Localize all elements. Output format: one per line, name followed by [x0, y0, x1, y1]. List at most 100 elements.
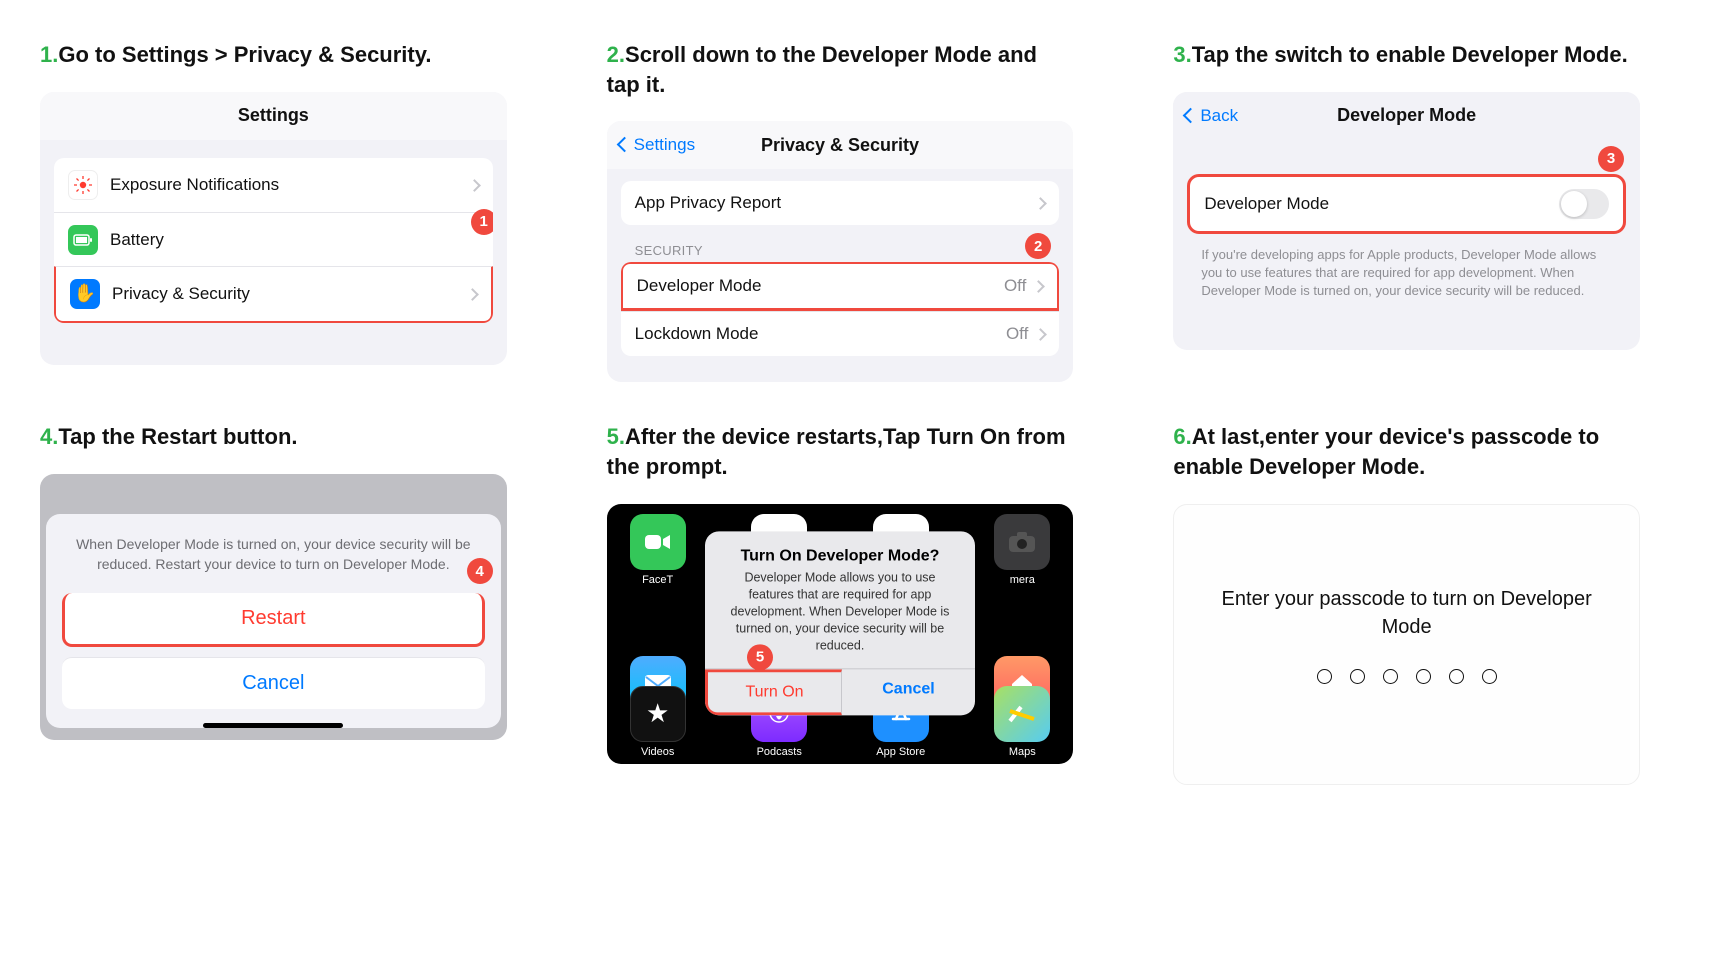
facetime-icon	[630, 514, 686, 570]
cell-developer-mode[interactable]: Developer Mode Off	[621, 262, 1060, 311]
step-2-number: 2.	[607, 42, 625, 67]
step-5: 5.After the device restarts,Tap Turn On …	[607, 422, 1074, 784]
cell-battery-label: Battery	[110, 230, 164, 250]
app-privacy-group: App Privacy Report	[621, 181, 1060, 225]
back-label: Settings	[634, 135, 695, 155]
privacy-header: Settings Privacy & Security	[607, 121, 1074, 169]
developer-mode-panel: Back Developer Mode 3 Developer Mode If …	[1173, 92, 1640, 351]
cell-privacy-label: Privacy & Security	[112, 284, 250, 304]
back-label: Back	[1200, 106, 1238, 126]
app-videos[interactable]: ★ Videos	[623, 686, 693, 758]
step-3: 3.Tap the switch to enable Developer Mod…	[1173, 40, 1640, 382]
devmode-header: Back Developer Mode	[1173, 92, 1640, 140]
restart-sheet: When Developer Mode is turned on, your d…	[46, 514, 501, 728]
step-5-number: 5.	[607, 424, 625, 449]
cell-battery[interactable]: Battery 1	[54, 212, 493, 267]
developer-mode-value: Off	[1004, 276, 1026, 296]
passcode-dot	[1416, 669, 1431, 684]
restart-button[interactable]: Restart	[62, 593, 485, 647]
app-facetime[interactable]: FaceT	[623, 514, 693, 586]
passcode-dot	[1350, 669, 1365, 684]
chevron-right-icon	[1036, 324, 1045, 344]
restart-sheet-text: When Developer Mode is turned on, your d…	[62, 534, 485, 593]
developer-mode-label: Developer Mode	[637, 276, 762, 296]
videos-label: Videos	[641, 746, 674, 758]
passcode-dot	[1383, 669, 1398, 684]
homescreen-panel: FaceT 10 mera	[607, 504, 1074, 764]
step-6-number: 6.	[1173, 424, 1191, 449]
passcode-dot	[1317, 669, 1332, 684]
chevron-right-icon	[470, 175, 479, 195]
privacy-security-panel: Settings Privacy & Security App Privacy …	[607, 121, 1074, 382]
alert-title: Turn On Developer Mode?	[705, 532, 975, 570]
step-4-text: Tap the Restart button.	[58, 424, 297, 449]
alert-body-text: Developer Mode allows you to use feature…	[731, 571, 950, 653]
passcode-dot	[1482, 669, 1497, 684]
turn-on-alert: Turn On Developer Mode? Developer Mode a…	[705, 532, 975, 715]
step-5-text: After the device restarts,Tap Turn On fr…	[607, 424, 1066, 479]
cell-exposure-notifications[interactable]: Exposure Notifications	[54, 158, 493, 212]
step-4-number: 4.	[40, 424, 58, 449]
step-2-text: Scroll down to the Developer Mode and ta…	[607, 42, 1037, 97]
step-5-caption: 5.After the device restarts,Tap Turn On …	[607, 422, 1074, 481]
badge-3: 3	[1598, 146, 1624, 172]
videos-icon: ★	[630, 686, 686, 742]
step-6-caption: 6.At last,enter your device's passcode t…	[1173, 422, 1640, 481]
settings-list: Exposure Notifications Battery 1 ✋	[54, 158, 493, 323]
passcode-dots[interactable]	[1194, 669, 1619, 684]
podcasts-label: Podcasts	[757, 746, 802, 758]
chevron-right-icon	[468, 284, 477, 304]
lockdown-mode-label: Lockdown Mode	[635, 324, 759, 344]
cell-privacy-security[interactable]: ✋ Privacy & Security	[54, 266, 493, 323]
step-1-number: 1.	[40, 42, 58, 67]
step-1-caption: 1.Go to Settings > Privacy & Security.	[40, 40, 507, 70]
camera-icon	[994, 514, 1050, 570]
step-4: 4.Tap the Restart button. When Developer…	[40, 422, 507, 784]
chevron-left-icon	[619, 135, 632, 155]
step-1: 1.Go to Settings > Privacy & Security. S…	[40, 40, 507, 382]
step-3-number: 3.	[1173, 42, 1191, 67]
battery-icon	[68, 225, 98, 255]
maps-label: Maps	[1009, 746, 1036, 758]
lockdown-mode-value: Off	[1006, 324, 1028, 344]
developer-mode-toggle[interactable]	[1559, 189, 1609, 219]
back-button[interactable]: Settings	[619, 135, 695, 155]
facetime-label: FaceT	[642, 574, 673, 586]
restart-button-label: Restart	[241, 607, 305, 629]
step-1-text: Go to Settings > Privacy & Security.	[58, 42, 431, 67]
step-6-text: At last,enter your device's passcode to …	[1173, 424, 1599, 479]
cancel-button-label: Cancel	[242, 672, 304, 694]
chevron-right-icon	[1036, 193, 1045, 213]
turn-on-button[interactable]: Turn On	[705, 669, 842, 715]
cancel-button[interactable]: Cancel	[62, 657, 485, 709]
passcode-panel: Enter your passcode to turn on Developer…	[1173, 504, 1640, 785]
chevron-right-icon	[1034, 276, 1043, 296]
back-button[interactable]: Back	[1185, 106, 1238, 126]
settings-title: Settings	[238, 105, 309, 126]
app-camera[interactable]: mera	[987, 514, 1057, 586]
cell-lockdown-mode[interactable]: Lockdown Mode Off	[621, 311, 1060, 356]
maps-icon	[994, 686, 1050, 742]
step-3-text: Tap the switch to enable Developer Mode.	[1192, 42, 1628, 67]
chevron-left-icon	[1185, 106, 1198, 126]
security-section-label: SECURITY 2	[635, 243, 1046, 258]
camera-label: mera	[1010, 574, 1035, 586]
home-indicator	[203, 723, 343, 728]
passcode-prompt: Enter your passcode to turn on Developer…	[1194, 585, 1619, 641]
devmode-toggle-group: Developer Mode	[1187, 174, 1626, 234]
security-group: Developer Mode Off Lockdown Mode Off	[621, 262, 1060, 356]
settings-header: Settings	[40, 92, 507, 140]
devmode-cell-label: Developer Mode	[1204, 194, 1329, 214]
alert-buttons: Turn On Cancel	[705, 668, 975, 715]
badge-5: 5	[747, 644, 773, 670]
step-2: 2.Scroll down to the Developer Mode and …	[607, 40, 1074, 382]
app-maps[interactable]: Maps	[987, 686, 1057, 758]
alert-cancel-button[interactable]: Cancel	[842, 669, 975, 715]
step-3-caption: 3.Tap the switch to enable Developer Mod…	[1173, 40, 1640, 70]
cell-developer-mode-toggle[interactable]: Developer Mode	[1190, 177, 1623, 231]
app-privacy-label: App Privacy Report	[635, 193, 781, 213]
cell-exposure-label: Exposure Notifications	[110, 175, 279, 195]
restart-sheet-backdrop: When Developer Mode is turned on, your d…	[40, 474, 507, 740]
hand-icon: ✋	[70, 279, 100, 309]
cell-app-privacy-report[interactable]: App Privacy Report	[621, 181, 1060, 225]
